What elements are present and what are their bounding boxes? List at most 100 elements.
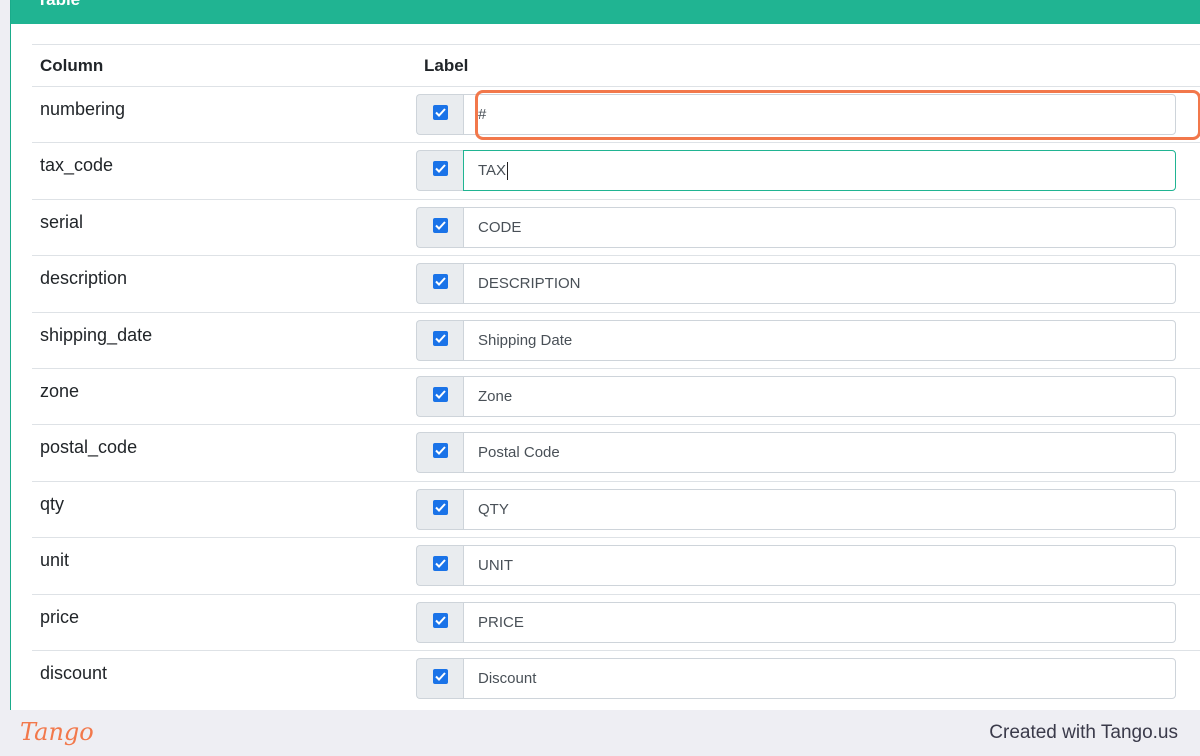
checkmark-icon bbox=[434, 615, 446, 625]
text-cursor bbox=[507, 161, 509, 180]
panel-title: Table bbox=[37, 0, 80, 10]
label-input[interactable]: Shipping Date bbox=[463, 319, 1176, 361]
label-input-value: # bbox=[478, 106, 487, 123]
checkmark-icon bbox=[434, 164, 446, 174]
visibility-checkbox-addon bbox=[416, 375, 463, 417]
table-row: qty QTY bbox=[32, 481, 1200, 537]
label-input[interactable]: Zone bbox=[463, 375, 1176, 417]
visibility-checkbox-addon bbox=[416, 601, 463, 643]
label-input-group: PRICE bbox=[416, 601, 1176, 643]
label-input[interactable]: Discount bbox=[463, 657, 1176, 699]
visibility-checkbox[interactable] bbox=[432, 386, 448, 402]
visibility-checkbox[interactable] bbox=[432, 274, 448, 290]
checkmark-icon bbox=[434, 333, 446, 343]
visibility-checkbox[interactable] bbox=[432, 556, 448, 572]
label-input[interactable]: QTY bbox=[463, 488, 1176, 530]
checkmark-icon bbox=[434, 277, 446, 287]
visibility-checkbox-addon bbox=[416, 150, 463, 192]
visibility-checkbox[interactable] bbox=[432, 499, 448, 515]
label-input-value: TAX bbox=[478, 162, 507, 180]
label-input[interactable]: CODE bbox=[463, 206, 1176, 248]
visibility-checkbox-addon bbox=[416, 432, 463, 474]
column-name: qty bbox=[40, 493, 65, 514]
visibility-checkbox-addon bbox=[416, 206, 463, 248]
column-name: tax_code bbox=[40, 155, 114, 176]
tango-footer: Tango Created with Tango.us bbox=[0, 710, 1200, 756]
label-input[interactable]: UNIT bbox=[463, 545, 1176, 587]
table-row: numbering # bbox=[32, 86, 1200, 143]
label-input[interactable]: Postal Code bbox=[463, 432, 1176, 474]
label-cell: Zone bbox=[416, 368, 1200, 424]
checkmark-icon bbox=[434, 559, 446, 569]
label-input-value: Shipping Date bbox=[478, 331, 573, 349]
label-input-group: DESCRIPTION bbox=[416, 263, 1176, 305]
column-name: description bbox=[40, 268, 128, 289]
label-cell: CODE bbox=[416, 199, 1200, 255]
label-cell: DESCRIPTION bbox=[416, 256, 1200, 312]
label-input-group: # bbox=[416, 94, 1176, 135]
checkmark-icon bbox=[434, 672, 446, 681]
column-label-table: Column Label numbering # tax_code TAX serial… bbox=[32, 44, 1200, 707]
chevron-up-icon[interactable]: ⌃ bbox=[1175, 0, 1187, 9]
created-with-text[interactable]: Created with Tango.us bbox=[989, 722, 1178, 744]
label-input[interactable]: DESCRIPTION bbox=[463, 263, 1176, 305]
label-input[interactable]: TAX bbox=[463, 150, 1176, 192]
column-name: serial bbox=[40, 211, 84, 232]
column-name: postal_code bbox=[40, 437, 138, 458]
visibility-checkbox-addon bbox=[416, 319, 463, 361]
label-cell: Discount bbox=[416, 650, 1200, 706]
visibility-checkbox[interactable] bbox=[432, 217, 448, 233]
label-input-group: CODE bbox=[416, 206, 1176, 248]
label-input-value: QTY bbox=[478, 500, 509, 518]
label-cell: QTY bbox=[416, 481, 1200, 537]
column-header-column: Column bbox=[40, 55, 104, 75]
column-name: shipping_date bbox=[40, 324, 153, 345]
tango-logo[interactable]: Tango bbox=[20, 718, 94, 746]
column-name: numbering bbox=[40, 99, 126, 119]
visibility-checkbox-addon bbox=[416, 545, 463, 587]
visibility-checkbox[interactable] bbox=[432, 612, 448, 628]
column-name: price bbox=[40, 606, 80, 627]
visibility-checkbox[interactable] bbox=[432, 668, 448, 684]
label-input-group: QTY bbox=[416, 488, 1176, 530]
panel-header[interactable]: Table ⌃ bbox=[11, 0, 1200, 24]
visibility-checkbox[interactable] bbox=[432, 443, 448, 459]
label-input-group: Zone bbox=[416, 375, 1176, 417]
table-row: discount Discount bbox=[32, 650, 1200, 706]
label-input-value: DESCRIPTION bbox=[478, 275, 581, 293]
column-name: zone bbox=[40, 380, 80, 401]
checkmark-icon bbox=[434, 390, 446, 399]
table-settings-panel: Table ⌃ Column Label numbering # tax_code T… bbox=[10, 0, 1200, 710]
label-input-value: PRICE bbox=[478, 613, 524, 631]
table-row: zone Zone bbox=[32, 368, 1200, 424]
label-input-group: Shipping Date bbox=[416, 319, 1176, 361]
visibility-checkbox-addon bbox=[416, 488, 463, 530]
label-input-group: TAX bbox=[416, 150, 1176, 192]
screenshot-canvas: Table ⌃ Column Label numbering # tax_code T… bbox=[0, 0, 1200, 756]
visibility-checkbox-addon bbox=[416, 263, 463, 305]
label-input-group: Discount bbox=[416, 657, 1176, 699]
table-row: description DESCRIPTION bbox=[32, 255, 1200, 312]
visibility-checkbox-addon bbox=[416, 657, 463, 699]
label-input-value: UNIT bbox=[478, 557, 513, 575]
label-input-group: UNIT bbox=[416, 545, 1176, 587]
label-input[interactable]: PRICE bbox=[463, 601, 1176, 643]
table-row: unit UNIT bbox=[32, 537, 1200, 594]
table-row: shipping_date Shipping Date bbox=[32, 312, 1200, 368]
table-row: postal_code Postal Code bbox=[32, 424, 1200, 481]
column-header-label: Label bbox=[424, 55, 469, 75]
checkmark-icon bbox=[434, 446, 446, 456]
label-cell: PRICE bbox=[416, 594, 1200, 650]
label-cell: TAX bbox=[416, 143, 1200, 199]
label-input-value: Postal Code bbox=[478, 444, 560, 462]
visibility-checkbox-addon bbox=[416, 94, 463, 135]
visibility-checkbox[interactable] bbox=[432, 330, 448, 346]
label-input-value: CODE bbox=[478, 218, 522, 236]
label-cell: # bbox=[416, 87, 1200, 143]
checkmark-icon bbox=[434, 108, 446, 117]
visibility-checkbox[interactable] bbox=[432, 105, 448, 120]
visibility-checkbox[interactable] bbox=[432, 161, 448, 177]
table-header-row: Column Label bbox=[32, 44, 1200, 87]
label-cell: UNIT bbox=[416, 538, 1200, 594]
label-input[interactable]: # bbox=[463, 94, 1176, 135]
